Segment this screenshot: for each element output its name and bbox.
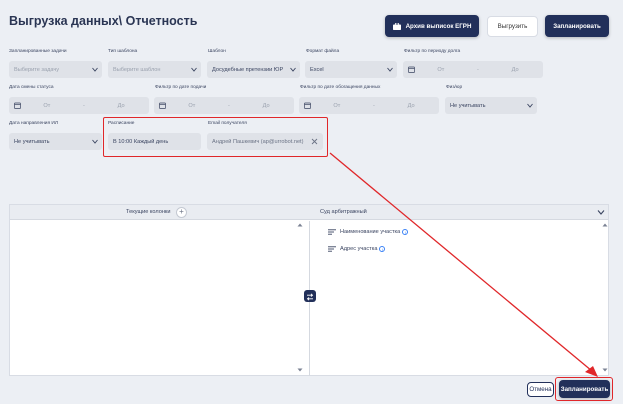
annotation-arrow	[329, 152, 598, 377]
